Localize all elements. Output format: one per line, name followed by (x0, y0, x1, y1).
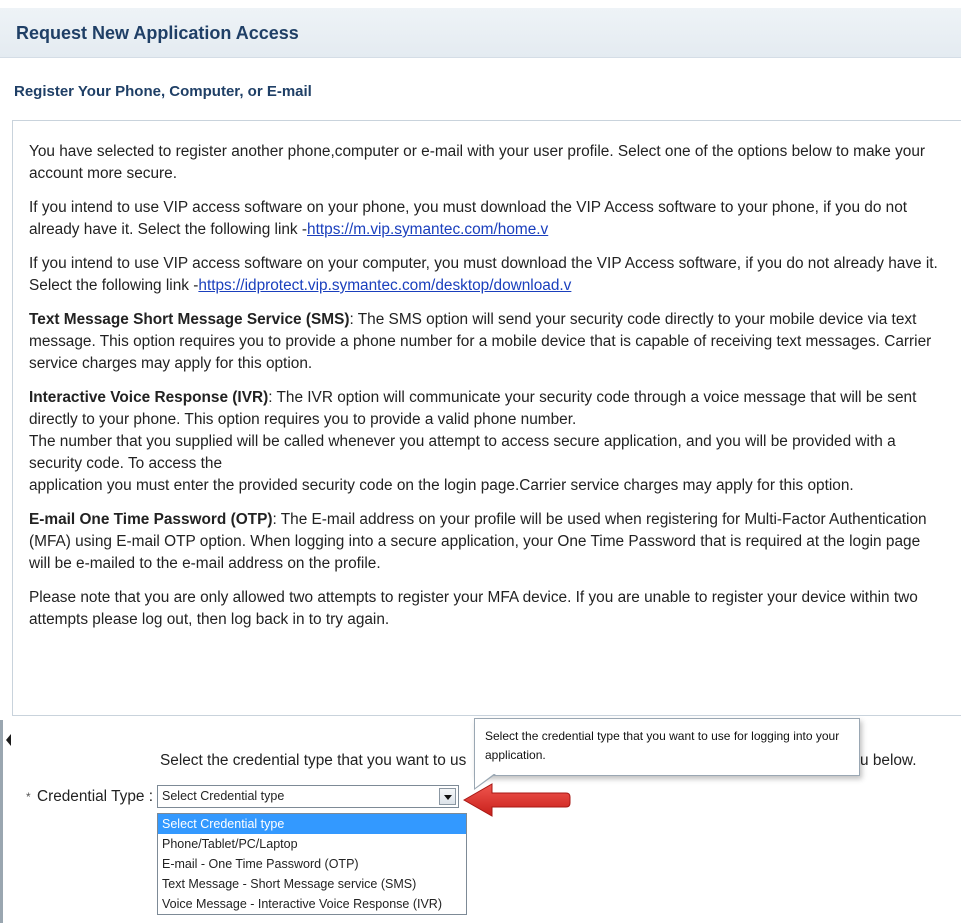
tooltip-text: Select the credential type that you want… (485, 729, 840, 762)
otp-title: E-mail One Time Password (OTP) (29, 511, 273, 528)
credential-type-select[interactable]: Select Credential type (157, 785, 459, 808)
sms-paragraph: Text Message Short Message Service (SMS)… (29, 309, 943, 375)
ivr-text-2: The number that you supplied will be cal… (29, 433, 896, 472)
computer-paragraph: If you intend to use VIP access software… (29, 253, 943, 297)
credential-prompt-start: Select the credential type that you want… (160, 752, 467, 769)
credential-prompt-end: u below. (860, 752, 917, 769)
credential-type-dropdown[interactable]: Select Credential type Phone/Tablet/PC/L… (157, 813, 467, 915)
phone-paragraph: If you intend to use VIP access software… (29, 197, 943, 241)
info-panel: You have selected to register another ph… (12, 120, 961, 716)
dropdown-option-phone-tablet-pc[interactable]: Phone/Tablet/PC/Laptop (158, 834, 466, 854)
dropdown-option-select-credential[interactable]: Select Credential type (158, 814, 466, 834)
credential-tooltip: Select the credential type that you want… (474, 718, 860, 776)
phone-download-link[interactable]: https://m.vip.symantec.com/home.v (307, 221, 548, 238)
page-title: Request New Application Access (0, 8, 961, 58)
intro-paragraph: You have selected to register another ph… (29, 143, 926, 182)
sms-title: Text Message Short Message Service (SMS) (29, 311, 350, 328)
dropdown-option-ivr[interactable]: Voice Message - Interactive Voice Respon… (158, 894, 466, 914)
ivr-text-3: application you must enter the provided … (29, 477, 854, 494)
dropdown-option-email-otp[interactable]: E-mail - One Time Password (OTP) (158, 854, 466, 874)
panel-splitter[interactable] (0, 720, 3, 923)
ivr-title: Interactive Voice Response (IVR) (29, 389, 269, 406)
computer-download-link[interactable]: https://idprotect.vip.symantec.com/deskt… (198, 277, 571, 294)
credential-type-selected-value: Select Credential type (162, 789, 285, 803)
section-title: Register Your Phone, Computer, or E-mail (0, 70, 961, 114)
otp-paragraph: E-mail One Time Password (OTP): The E-ma… (29, 509, 943, 575)
credential-type-label-text: Credential Type : (36, 788, 154, 805)
credential-type-label: * Credential Type : (26, 788, 153, 806)
ivr-paragraph: Interactive Voice Response (IVR): The IV… (29, 387, 943, 497)
attempts-note: Please note that you are only allowed tw… (29, 589, 918, 628)
dropdown-option-sms[interactable]: Text Message - Short Message service (SM… (158, 874, 466, 894)
collapse-left-icon[interactable] (6, 734, 11, 746)
required-marker: * (26, 790, 31, 804)
chevron-down-icon[interactable] (439, 788, 456, 805)
red-arrow-annotation-icon (462, 783, 571, 817)
